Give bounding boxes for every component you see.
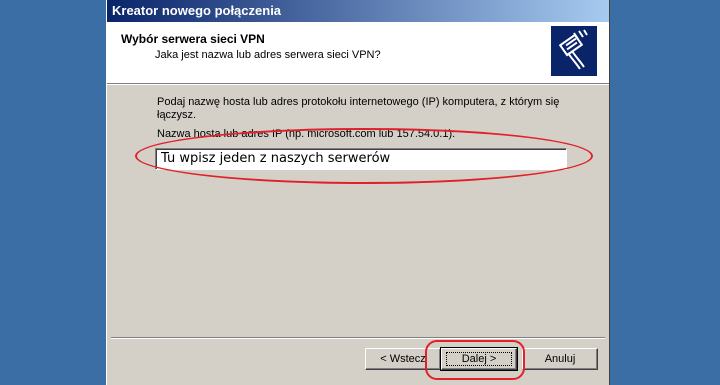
instruction-text: Podaj nazwę hosta lub adres protokołu in… [157,96,560,121]
next-button[interactable]: Dalej > [440,347,518,371]
page-heading: Wybór serwera sieci VPN [121,32,265,46]
network-plug-icon [551,26,597,76]
focus-rectangle [446,352,512,366]
wizard-window: Kreator nowego połączenia Wybór serwera … [106,0,610,385]
host-field-label: Nazwa hosta lub adres IP (np. microsoft.… [157,128,456,140]
wizard-header: Wybór serwera sieci VPN Jaka jest nazwa … [107,22,609,84]
cancel-button[interactable]: Anuluj [522,348,598,370]
header-divider [107,84,609,85]
host-input[interactable]: Tu wpisz jeden z naszych serwerów [155,148,567,170]
button-divider [111,337,605,339]
window-title: Kreator nowego połączenia [112,3,282,18]
title-bar[interactable]: Kreator nowego połączenia [107,0,609,22]
page-subheading: Jaka jest nazwa lub adres serwera sieci … [155,49,381,61]
back-button[interactable]: < Wstecz [365,348,441,370]
